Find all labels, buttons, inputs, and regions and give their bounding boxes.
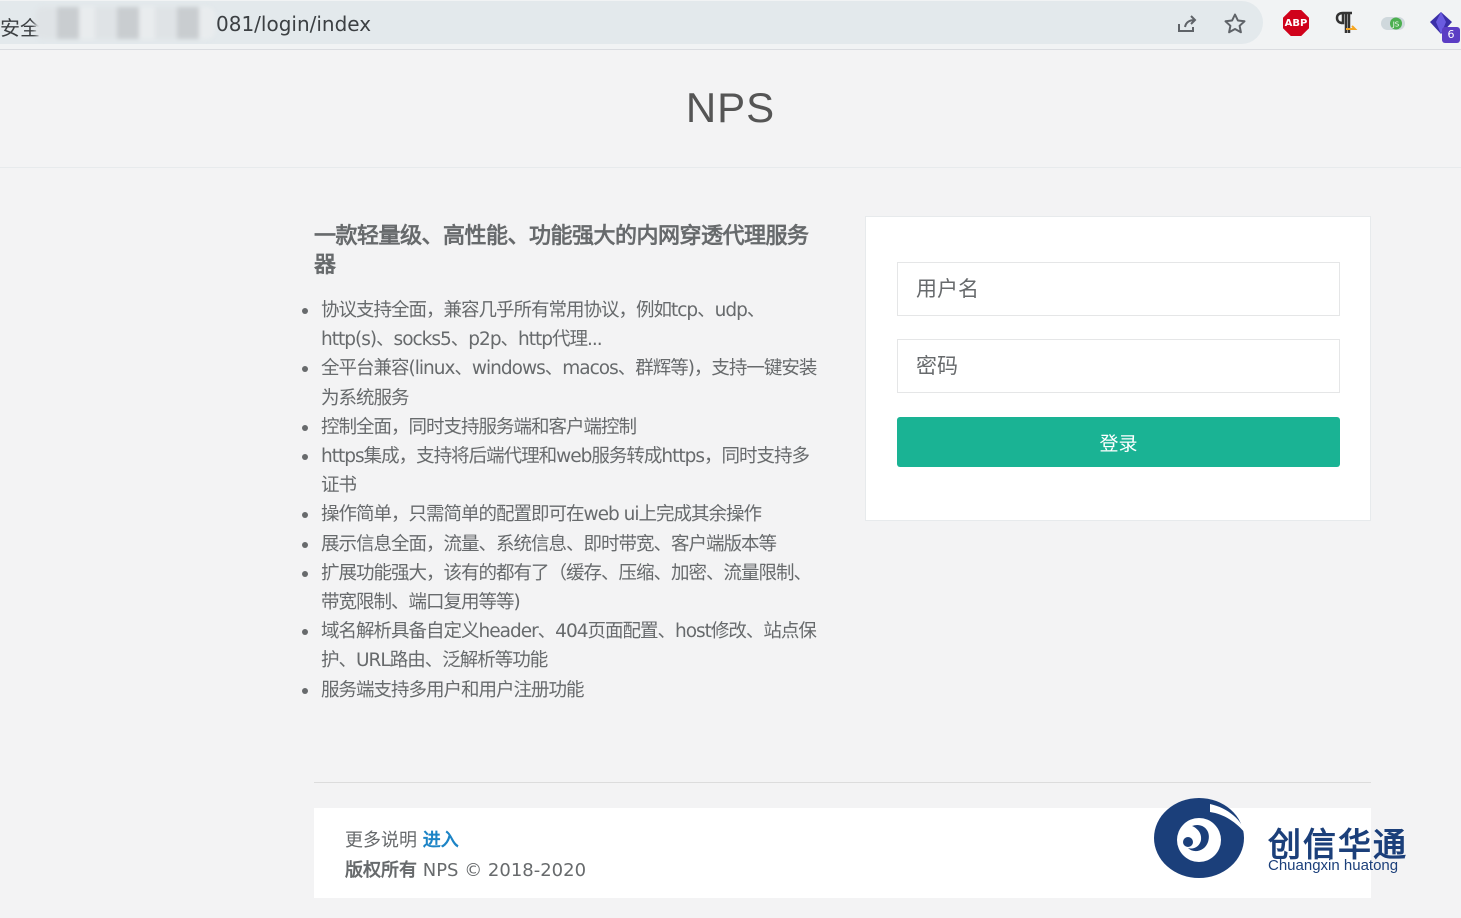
more-info-line: 更多说明 进入 — [345, 826, 459, 852]
intro-title: 一款轻量级、高性能、功能强大的内网穿透代理服务器 — [314, 224, 809, 278]
watermark-emblem-icon — [1154, 798, 1246, 878]
copyright-line: 版权所有 NPS © 2018-2020 — [345, 856, 586, 882]
pilcrow-extension-icon[interactable] — [1332, 10, 1358, 36]
footer-divider — [314, 782, 1371, 783]
feature-item: 控制全面，同时支持服务端和客户端控制 — [302, 413, 824, 442]
feature-item: https集成，支持将后端代理和web服务转成https，同时支持多证书 — [302, 442, 824, 500]
feature-item: 全平台兼容(linux、windows、macos、群辉等)，支持一键安装为系统… — [302, 354, 824, 412]
share-icon[interactable] — [1174, 11, 1200, 37]
more-info-link[interactable]: 进入 — [423, 830, 459, 851]
feature-item: 操作简单，只需简单的配置即可在web ui上完成其余操作 — [302, 500, 824, 529]
address-bar[interactable]: 不安全 081/login/index — [0, 1, 1263, 44]
feature-list: 协议支持全面，兼容几乎所有常用协议，例如tcp、udp、http(s)、sock… — [302, 296, 824, 705]
username-input[interactable] — [897, 262, 1340, 316]
feature-item: 服务端支持多用户和用户注册功能 — [302, 676, 824, 705]
watermark-logo: 创信华通 Chuangxin huatong — [1152, 794, 1442, 880]
page-title: NPS — [685, 84, 776, 131]
bookmark-star-icon[interactable] — [1222, 11, 1248, 37]
page-header: NPS — [0, 51, 1461, 168]
redacted-host — [35, 7, 215, 39]
feature-item: 扩展功能强大，该有的都有了（缓存、压缩、加密、流量限制、带宽限制、端口复用等等) — [302, 559, 824, 617]
url-text[interactable]: 081/login/index — [216, 12, 371, 36]
feature-item: 展示信息全面，流量、系统信息、即时带宽、客户端版本等 — [302, 530, 824, 559]
browser-toolbar: 不安全 081/login/index ABP JS 6 — [0, 0, 1461, 50]
svg-text:JS: JS — [1392, 21, 1400, 29]
extension-badge: 6 — [1442, 27, 1460, 43]
feature-item: 协议支持全面，兼容几乎所有常用协议，例如tcp、udp、http(s)、sock… — [302, 296, 824, 354]
password-input[interactable] — [897, 339, 1340, 393]
login-button[interactable]: 登录 — [897, 417, 1340, 467]
more-info-label: 更多说明 — [345, 830, 417, 851]
watermark-name-en: Chuangxin huatong — [1268, 857, 1399, 874]
copyright-label: 版权所有 — [345, 860, 417, 881]
feature-item: 域名解析具备自定义header、404页面配置、host修改、站点保护、URL路… — [302, 617, 824, 675]
adblock-extension-icon[interactable]: ABP — [1283, 10, 1309, 36]
login-panel: 登录 — [865, 216, 1371, 521]
intro-section: 一款轻量级、高性能、功能强大的内网穿透代理服务器 协议支持全面，兼容几乎所有常用… — [302, 222, 824, 705]
security-indicator[interactable]: 不安全 — [0, 12, 40, 41]
copyright-text: NPS © 2018-2020 — [422, 860, 587, 881]
js-toggle-extension-icon[interactable]: JS — [1380, 10, 1406, 36]
